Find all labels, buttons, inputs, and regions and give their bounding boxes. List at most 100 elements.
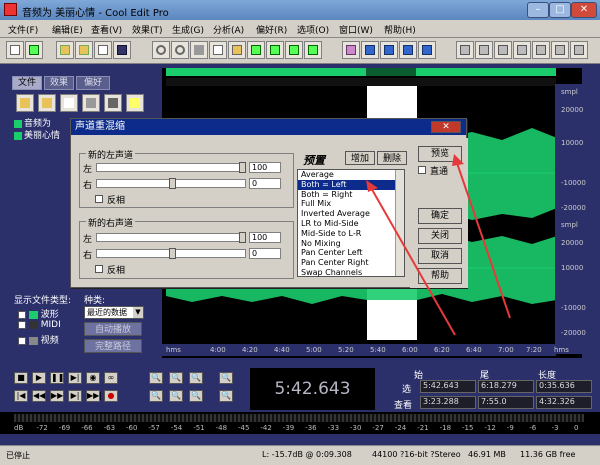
toolbar-button-save[interactable]	[113, 41, 131, 59]
goto-end-button[interactable]: ▶▶|	[86, 390, 102, 402]
toolbar-button-mix-paste[interactable]	[285, 41, 303, 59]
pause-button[interactable]: ❚❚	[50, 372, 64, 384]
toolbar-button-view7[interactable]	[570, 41, 588, 59]
forward-button[interactable]: ▶▶	[50, 390, 64, 402]
list-item[interactable]: No Mixing	[298, 239, 404, 249]
slider-thumb[interactable]	[169, 178, 176, 189]
toolbar-button-new[interactable]	[6, 41, 24, 59]
record-button[interactable]: ●	[104, 390, 118, 402]
right-invert-checkbox[interactable]	[95, 265, 103, 273]
list-item[interactable]: 音频为	[14, 116, 74, 129]
toolbar-button-silence[interactable]	[266, 41, 284, 59]
view-length-field[interactable]: 4:32.326	[536, 396, 592, 409]
menu-help[interactable]: 帮助(H)	[384, 23, 416, 36]
toolbar-button-view6[interactable]	[551, 41, 569, 59]
cancel-button[interactable]: 取消	[418, 248, 462, 264]
menu-file[interactable]: 文件(F)	[8, 23, 38, 36]
panel-open-button[interactable]	[16, 94, 34, 112]
list-item-selected[interactable]: Both = Left	[298, 179, 404, 190]
left-from-right-slider[interactable]	[96, 178, 246, 189]
file-type-wave[interactable]: 波形	[18, 307, 59, 320]
panel-options-button[interactable]	[104, 94, 122, 112]
panel-help-button[interactable]	[126, 94, 144, 112]
zoom-left-icon[interactable]: 🔍	[149, 390, 163, 402]
sel-end-field[interactable]: 6:18.279	[478, 380, 534, 393]
checkbox[interactable]	[18, 320, 26, 329]
rewind-button[interactable]: ◀◀	[32, 390, 46, 402]
tab-effects[interactable]: 效果	[44, 76, 74, 90]
toolbar-button-view5[interactable]	[532, 41, 550, 59]
toolbar-button-close[interactable]	[94, 41, 112, 59]
stop-button[interactable]: ■	[14, 372, 28, 384]
toolbar-button-trim[interactable]	[247, 41, 265, 59]
toolbar-button-undo[interactable]	[152, 41, 170, 59]
zoom-vertical-in-icon[interactable]: 🔍	[219, 372, 233, 384]
toolbar-button-view1[interactable]	[456, 41, 474, 59]
toolbar-button-view2[interactable]	[475, 41, 493, 59]
menu-options[interactable]: 选项(O)	[297, 23, 329, 36]
menu-edit[interactable]: 编辑(E)	[52, 23, 83, 36]
checkbox[interactable]	[18, 336, 26, 345]
panel-import-button[interactable]	[38, 94, 56, 112]
list-item[interactable]: 美丽心情	[14, 128, 74, 141]
menu-view[interactable]: 查看(V)	[91, 23, 122, 36]
close-dialog-button[interactable]: 关闭	[418, 228, 462, 244]
left-from-left-value[interactable]: 100	[249, 162, 281, 173]
delete-preset-button[interactable]: 删除	[377, 151, 407, 165]
list-item[interactable]: Mid-Side to L-R	[298, 229, 404, 239]
full-path-button[interactable]: 完整路径	[84, 339, 142, 353]
auto-play-button[interactable]: 自动播放	[84, 322, 142, 336]
file-type-video[interactable]: 视频	[18, 333, 59, 346]
left-invert-checkbox[interactable]	[95, 195, 103, 203]
toolbar-button-cue[interactable]	[399, 41, 417, 59]
list-item[interactable]: Pan Center Left	[298, 248, 404, 258]
menu-window[interactable]: 窗口(W)	[339, 23, 373, 36]
tab-files[interactable]: 文件	[12, 76, 42, 90]
maximize-button[interactable]: □	[549, 2, 571, 18]
left-from-left-slider[interactable]	[96, 162, 246, 173]
overview-bar[interactable]	[166, 68, 556, 76]
menu-analyze[interactable]: 分析(A)	[213, 23, 244, 36]
panel-insert-button[interactable]	[82, 94, 100, 112]
play-loop-button[interactable]: ◉	[86, 372, 100, 384]
sel-start-field[interactable]: 5:42.643	[420, 380, 476, 393]
list-item[interactable]: Inverted Average	[298, 209, 404, 219]
rewind-to-start-button[interactable]: |◀	[14, 390, 28, 402]
preview-button[interactable]: 预览	[418, 146, 462, 162]
toolbar-button-open-append[interactable]	[75, 41, 93, 59]
zoom-vertical-out-icon[interactable]: 🔍	[219, 390, 233, 402]
toolbar-button-loop[interactable]	[380, 41, 398, 59]
preset-scrollbar[interactable]	[395, 170, 404, 276]
slider-thumb[interactable]	[239, 162, 246, 173]
right-from-left-slider[interactable]	[96, 232, 246, 243]
slider-thumb[interactable]	[239, 232, 246, 243]
left-from-right-value[interactable]: 0	[249, 178, 281, 189]
zoom-selection-icon[interactable]: 🔍	[189, 390, 203, 402]
view-start-field[interactable]: 3:23.288	[420, 396, 476, 409]
right-from-left-value[interactable]: 100	[249, 232, 281, 243]
dialog-close-button[interactable]: ✕	[431, 121, 461, 133]
toolbar-button-paste[interactable]	[228, 41, 246, 59]
play-to-end-button[interactable]: ▶|	[68, 372, 82, 384]
zoom-right-icon[interactable]: 🔍	[169, 390, 183, 402]
close-button[interactable]: ✕	[571, 2, 597, 18]
file-type-midi[interactable]: MIDI	[18, 320, 61, 330]
preset-list[interactable]: Average Both = Left Both = Right Full Mi…	[297, 169, 405, 277]
zoom-full-icon[interactable]: 🔍	[189, 372, 203, 384]
add-preset-button[interactable]: 增加	[345, 151, 375, 165]
sort-select[interactable]: 最近的数据 ▼	[84, 306, 144, 319]
tab-favorites[interactable]: 偏好	[76, 76, 110, 90]
list-item[interactable]: Average	[298, 170, 404, 180]
list-item[interactable]: Pan Center Right	[298, 258, 404, 268]
help-button[interactable]: 帮助	[418, 268, 462, 284]
play-button[interactable]: ▶	[32, 372, 46, 384]
zoom-in-icon[interactable]: 🔍	[149, 372, 163, 384]
menu-preferences[interactable]: 偏好(R)	[256, 23, 287, 36]
view-end-field[interactable]: 7:55.0	[478, 396, 534, 409]
forward-to-end-button[interactable]: ▶|	[68, 390, 82, 402]
toolbar-button-waveform[interactable]	[361, 41, 379, 59]
loop-button[interactable]: ∞	[104, 372, 118, 384]
right-from-right-slider[interactable]	[96, 248, 246, 259]
checkbox[interactable]	[18, 310, 26, 319]
sel-length-field[interactable]: 0:35.636	[536, 380, 592, 393]
